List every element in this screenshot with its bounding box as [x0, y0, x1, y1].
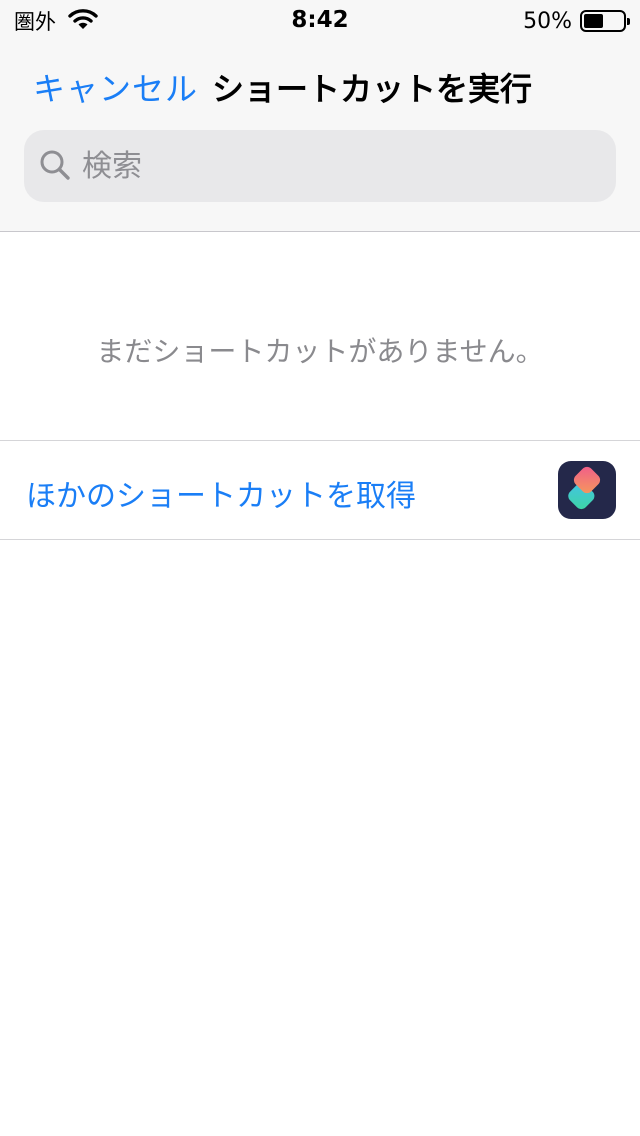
status-right: 50%	[523, 7, 630, 35]
search-input[interactable]	[82, 130, 602, 202]
divider	[0, 539, 640, 540]
battery-fill	[584, 14, 603, 28]
battery-cap	[627, 18, 630, 25]
empty-state-message: まだショートカットがありません。	[96, 335, 544, 368]
search-bar[interactable]	[24, 130, 616, 202]
cancel-button[interactable]: キャンセル	[33, 64, 198, 110]
get-more-shortcuts-link[interactable]: ほかのショートカットを取得	[26, 471, 416, 515]
search-icon	[38, 148, 72, 182]
page-title: ショートカットを実行	[212, 70, 533, 108]
get-more-shortcuts-row[interactable]: ほかのショートカットを取得	[0, 441, 640, 539]
status-bar: 圏外 8:42 50%	[0, 0, 640, 40]
header: 圏外 8:42 50% キャンセル ショートカットを実行	[0, 0, 640, 232]
battery-percent: 50%	[523, 8, 572, 34]
battery-icon	[580, 10, 630, 32]
nav-bar: キャンセル ショートカットを実行	[0, 52, 640, 116]
shortcuts-app-icon	[558, 461, 616, 519]
